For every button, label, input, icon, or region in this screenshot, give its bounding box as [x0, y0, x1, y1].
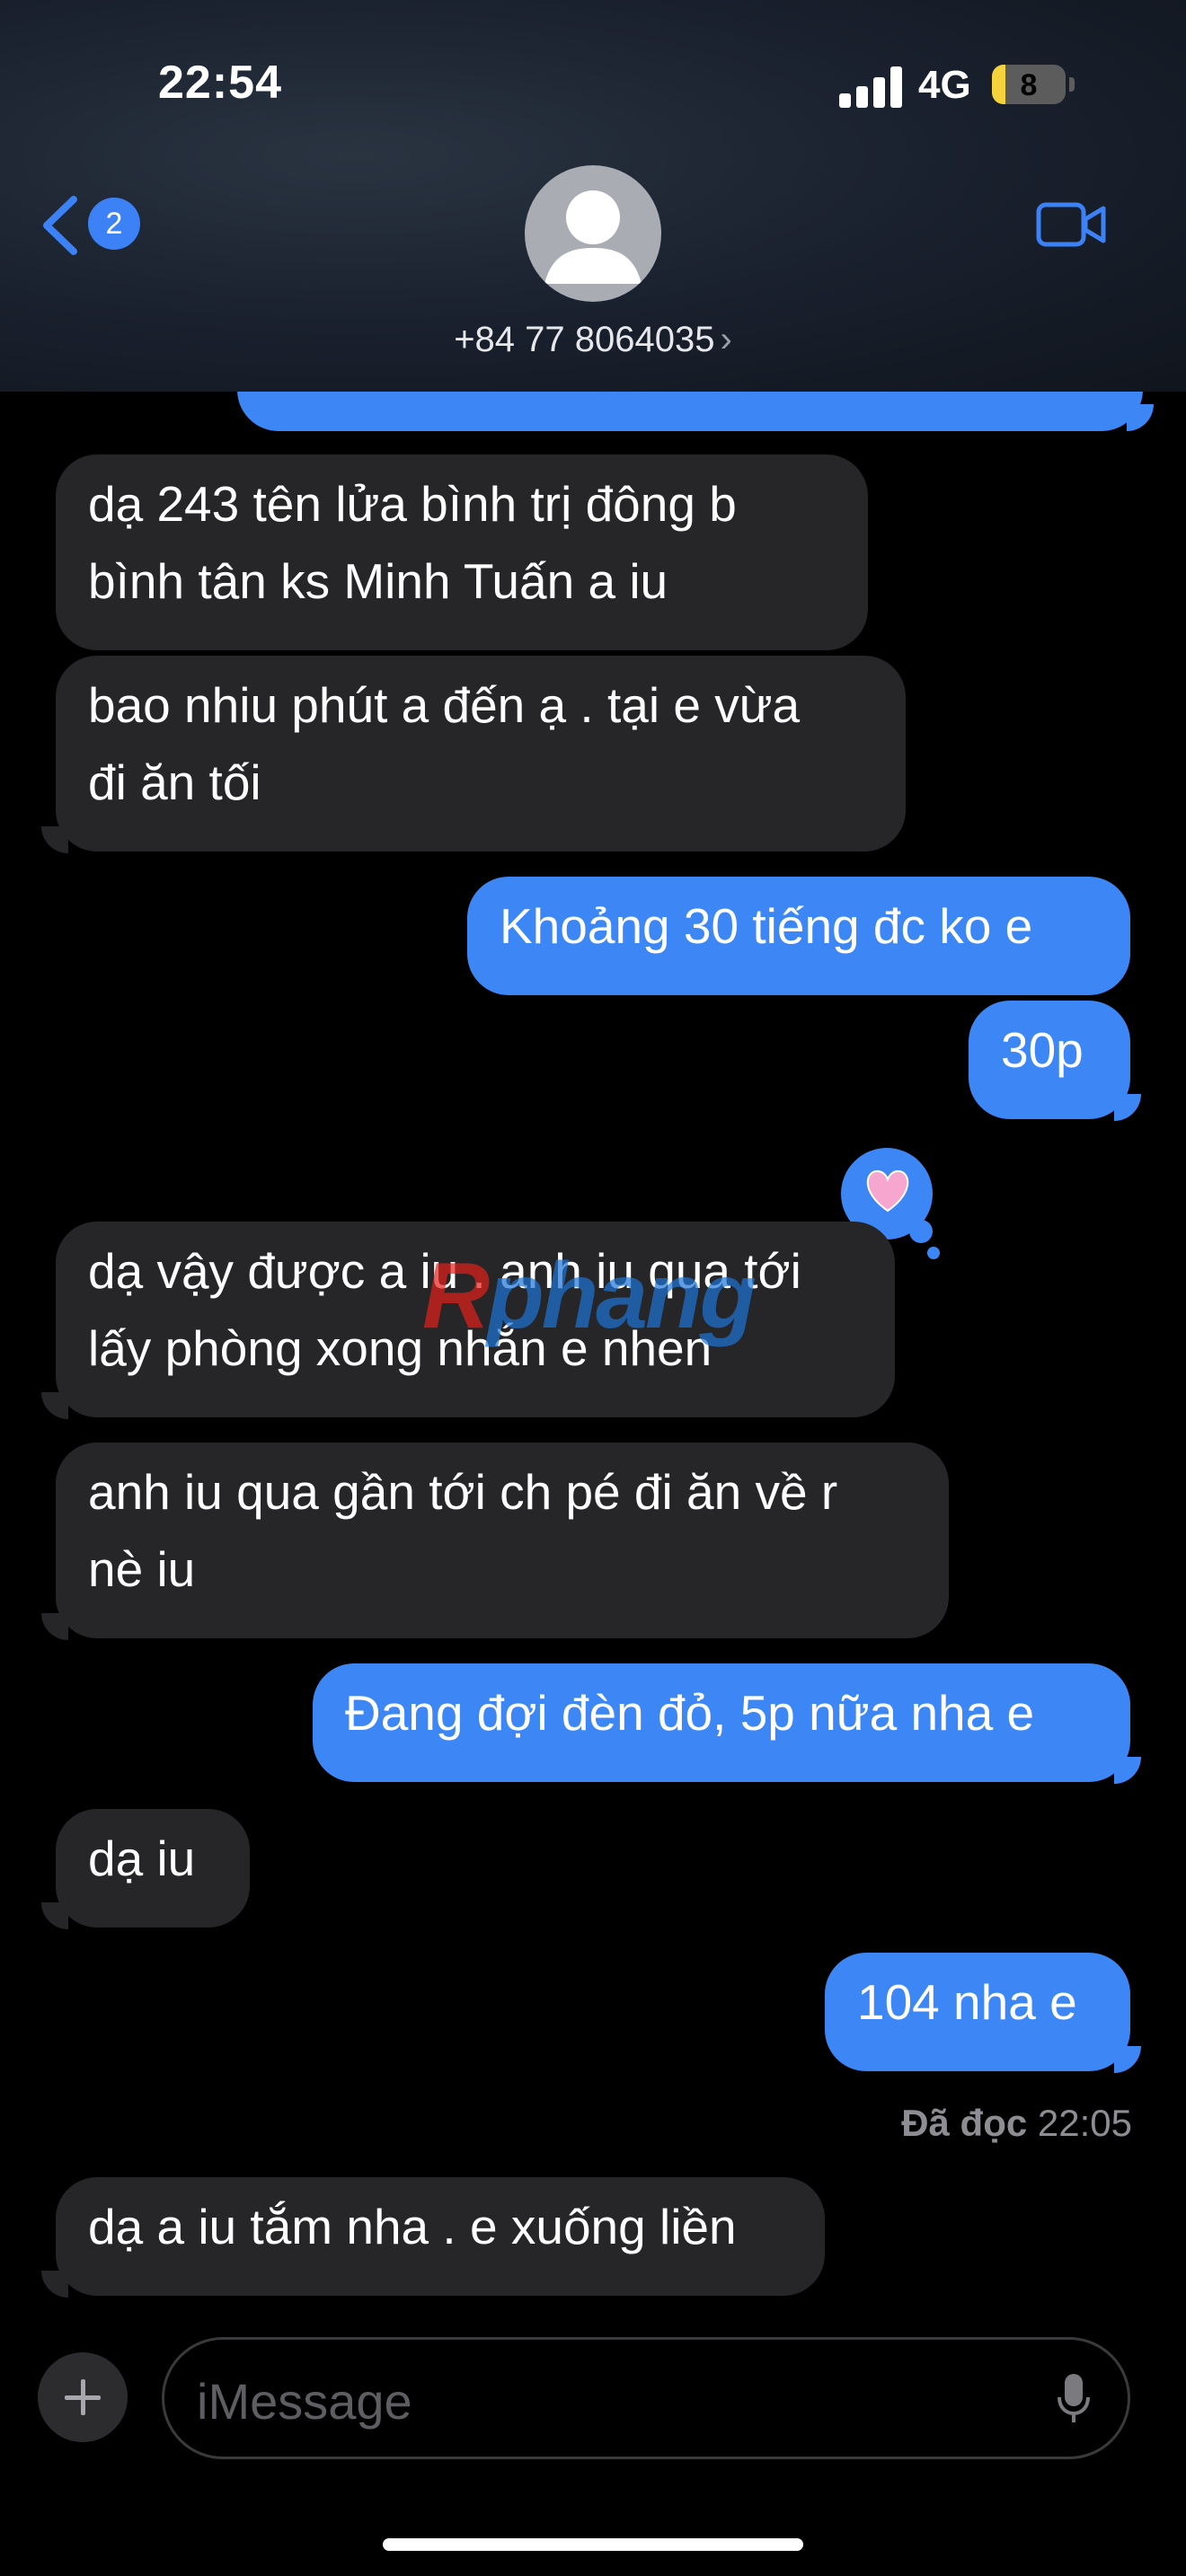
message-input[interactable]: iMessage: [162, 2337, 1130, 2459]
chevron-left-icon: [43, 196, 77, 255]
message-input-placeholder: iMessage: [197, 2373, 412, 2430]
message-text: anh iu qua gần tới ch pé đi ăn về r: [88, 1464, 838, 1520]
unread-badge: 2: [88, 198, 140, 250]
watermark-logo: Rphang: [422, 1244, 757, 1348]
person-icon: [544, 190, 642, 284]
message-bubble-incoming[interactable]: bao nhiu phút a đến ạ . tại e vừa đi ăn …: [56, 656, 906, 851]
chevron-right-icon: ›: [720, 320, 732, 359]
message-bubble-incoming[interactable]: dạ a iu tắm nha . e xuống liền: [56, 2177, 825, 2296]
message-bubble-outgoing[interactable]: 104 nha e: [825, 1953, 1130, 2071]
bubble-tail: [41, 1902, 68, 1929]
contact-number: +84 77 8064035: [454, 320, 715, 359]
message-text: Đang đợi đèn đỏ, 5p nữa nha e: [345, 1685, 1035, 1741]
message-text: 30p: [1001, 1022, 1084, 1078]
tapback-dot: [927, 1247, 940, 1259]
read-time: 22:05: [1037, 2102, 1132, 2144]
message-text: bao nhiu phút a đến ạ . tại e vừa: [88, 677, 801, 733]
message-bubble-outgoing[interactable]: 30p: [969, 1001, 1130, 1119]
bubble-tail: [41, 826, 68, 853]
bubble-tail: [41, 2271, 68, 2298]
video-call-icon[interactable]: [1035, 199, 1107, 250]
contact-avatar[interactable]: [525, 165, 661, 302]
conversation-header: 22:54 4G 8 2 +84 77 8064035 ›: [0, 0, 1186, 392]
read-receipt: Đã đọc 22:05: [901, 2102, 1132, 2145]
network-type: 4G: [918, 63, 971, 107]
pink-heart-icon: [866, 1169, 909, 1213]
message-bubble-incoming[interactable]: dạ 243 tên lửa bình trị đông b bình tân …: [56, 454, 868, 650]
bubble-tail: [41, 1392, 68, 1419]
read-label: Đã đọc: [901, 2102, 1028, 2144]
message-text: Khoảng 30 tiếng đc ko e: [500, 898, 1033, 954]
contact-name-button[interactable]: +84 77 8064035 ›: [0, 320, 1186, 360]
home-indicator[interactable]: [383, 2538, 803, 2551]
message-text: nè iu: [88, 1541, 196, 1597]
message-bubble-outgoing[interactable]: Đang đợi đèn đỏ, 5p nữa nha e: [313, 1663, 1130, 1782]
message-bubble-incoming[interactable]: dạ iu: [56, 1809, 250, 1928]
message-text: 104 nha e: [857, 1974, 1077, 2030]
bubble-tail: [41, 1613, 68, 1640]
battery-icon: 8: [992, 65, 1066, 104]
message-text: dạ a iu tắm nha . e xuống liền: [88, 2199, 737, 2254]
message-bubble-incoming[interactable]: anh iu qua gần tới ch pé đi ăn về r nè i…: [56, 1442, 949, 1638]
back-button[interactable]: 2: [40, 190, 147, 262]
message-text: dạ iu: [88, 1831, 196, 1886]
message-text: đi ăn tối: [88, 754, 261, 810]
status-time: 22:54: [158, 57, 282, 109]
battery-level: 8: [1020, 68, 1038, 102]
bubble-tail: [1127, 404, 1154, 431]
bubble-tail: [1114, 1757, 1141, 1784]
message-text: dạ 243 tên lửa bình trị đông b: [88, 476, 737, 532]
battery-nub: [1069, 77, 1075, 92]
cellular-signal-icon: [839, 66, 902, 108]
microphone-icon[interactable]: [1056, 2372, 1092, 2426]
bubble-tail: [1114, 2046, 1141, 2073]
add-attachment-button[interactable]: [38, 2352, 128, 2442]
bubble-tail: [1114, 1094, 1141, 1121]
message-bubble-outgoing[interactable]: Khoảng 30 tiếng đc ko e: [467, 877, 1130, 995]
message-text: bình tân ks Minh Tuấn a iu: [88, 553, 668, 609]
